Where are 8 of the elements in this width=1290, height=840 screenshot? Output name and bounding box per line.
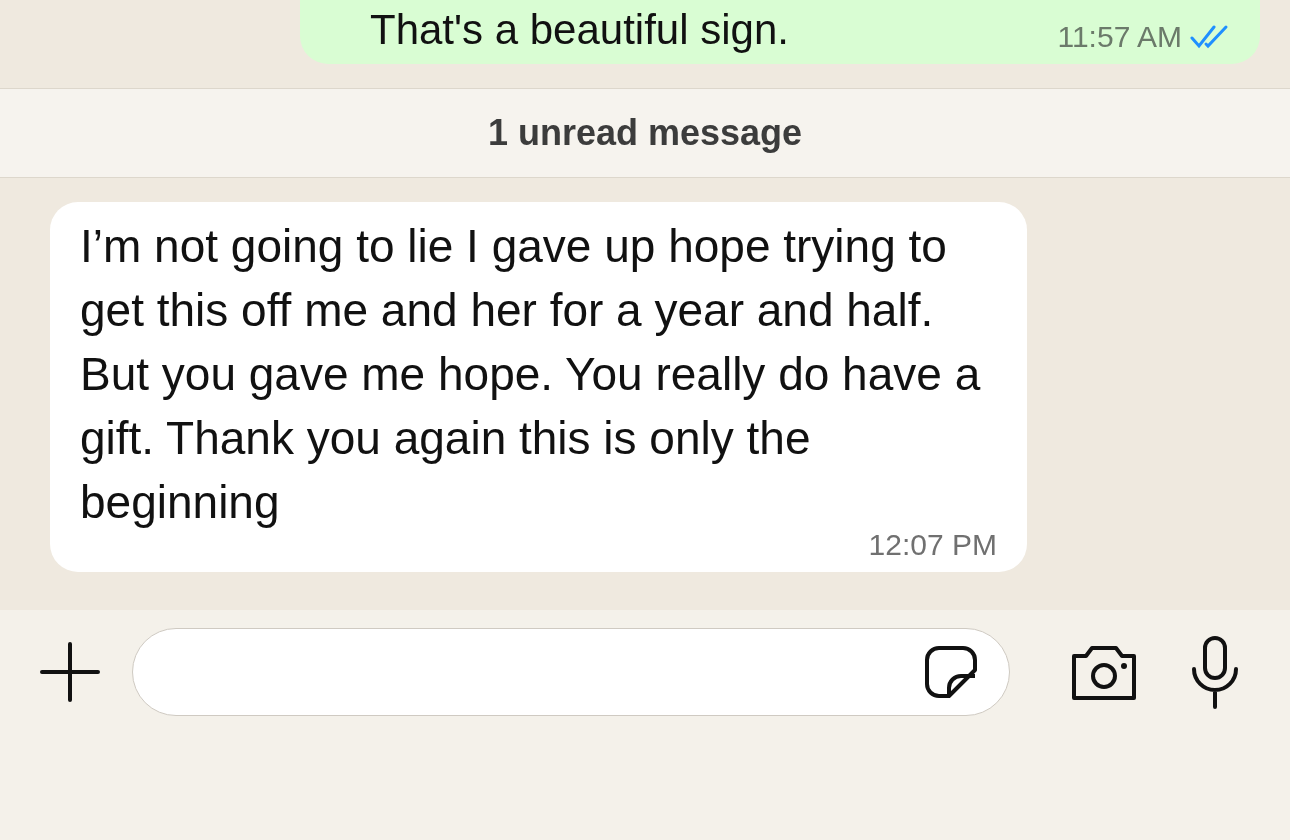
unread-label: 1 unread message xyxy=(487,112,803,154)
message-time: 12:07 PM xyxy=(868,528,997,562)
plus-icon[interactable] xyxy=(38,640,102,704)
message-text: I’m not going to lie I gave up hope trying to get this off me and her for a year and half. But you gave me hope. You really do have a gift. Thank you again this is only the beginning xyxy=(80,219,982,530)
microphone-icon[interactable] xyxy=(1190,635,1240,709)
sticker-icon[interactable] xyxy=(923,644,979,700)
message-text: That's a beautiful sign. xyxy=(370,6,790,54)
message-time: 11:57 AM xyxy=(1057,20,1182,54)
